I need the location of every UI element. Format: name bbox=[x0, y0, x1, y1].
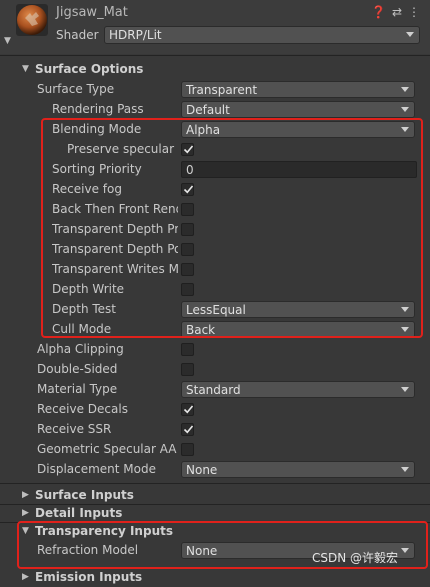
row-alpha-clipping: Alpha Clipping bbox=[0, 340, 430, 360]
row-material-type: Material Type Standard bbox=[0, 380, 430, 400]
receive-decals-checkbox[interactable] bbox=[181, 403, 194, 416]
receive-ssr-label: Receive SSR bbox=[37, 422, 112, 436]
row-double-sided: Double-Sided bbox=[0, 360, 430, 380]
surface-type-label: Surface Type bbox=[37, 82, 115, 96]
rendering-pass-dropdown[interactable]: Default bbox=[181, 101, 415, 118]
material-preview-thumbnail[interactable] bbox=[16, 4, 48, 36]
foldout-collapsed-icon: ▶ bbox=[22, 490, 29, 500]
chevron-down-icon bbox=[401, 387, 409, 392]
material-type-dropdown[interactable]: Standard bbox=[181, 381, 415, 398]
chevron-down-icon bbox=[401, 87, 409, 92]
displacement-mode-label: Displacement Mode bbox=[37, 462, 157, 476]
alpha-clipping-checkbox[interactable] bbox=[181, 343, 194, 356]
material-name: Jigsaw_Mat bbox=[56, 5, 128, 20]
header-foldout-icon[interactable]: ▼ bbox=[4, 36, 11, 46]
checkmark-icon bbox=[183, 425, 194, 434]
receive-ssr-checkbox[interactable] bbox=[181, 423, 194, 436]
chevron-down-icon bbox=[406, 32, 414, 37]
watermark: CSDN @许毅宏 bbox=[312, 551, 399, 565]
geometric-specular-aa-checkbox[interactable] bbox=[181, 443, 194, 456]
row-receive-ssr: Receive SSR bbox=[0, 420, 430, 440]
alpha-clipping-label: Alpha Clipping bbox=[37, 342, 124, 356]
foldout-collapsed-icon: ▶ bbox=[22, 572, 29, 582]
chevron-down-icon bbox=[401, 107, 409, 112]
rendering-pass-label: Rendering Pass bbox=[52, 102, 144, 116]
geometric-specular-aa-label: Geometric Specular AA bbox=[37, 442, 177, 456]
section-surface-options[interactable]: ▼ Surface Options bbox=[0, 61, 430, 79]
section-emission-inputs[interactable]: ▶ Emission Inputs bbox=[0, 569, 430, 587]
preset-icon[interactable]: ⇄ bbox=[392, 5, 402, 19]
row-receive-decals: Receive Decals bbox=[0, 400, 430, 420]
section-surface-inputs[interactable]: ▶ Surface Inputs bbox=[0, 487, 430, 505]
section-divider bbox=[0, 483, 430, 484]
double-sided-checkbox[interactable] bbox=[181, 363, 194, 376]
more-menu-icon[interactable]: ⋮ bbox=[408, 5, 420, 19]
foldout-collapsed-icon: ▶ bbox=[22, 508, 29, 518]
double-sided-label: Double-Sided bbox=[37, 362, 118, 376]
material-header: Jigsaw_Mat ❓ ⇄ ⋮ ▼ Shader HDRP/Lit bbox=[0, 0, 430, 54]
row-rendering-pass: Rendering Pass Default bbox=[0, 100, 430, 120]
shader-dropdown[interactable]: HDRP/Lit bbox=[104, 26, 420, 44]
row-displacement-mode: Displacement Mode None bbox=[0, 460, 430, 480]
row-geometric-specular-aa: Geometric Specular AA bbox=[0, 440, 430, 460]
surface-type-dropdown[interactable]: Transparent bbox=[181, 81, 415, 98]
material-type-label: Material Type bbox=[37, 382, 118, 396]
row-surface-type: Surface Type Transparent bbox=[0, 80, 430, 100]
chevron-down-icon bbox=[401, 467, 409, 472]
header-divider bbox=[0, 55, 430, 56]
checkmark-icon bbox=[183, 405, 194, 414]
shader-label: Shader bbox=[56, 28, 99, 42]
receive-decals-label: Receive Decals bbox=[37, 402, 128, 416]
foldout-expanded-icon: ▼ bbox=[22, 64, 29, 74]
displacement-mode-dropdown[interactable]: None bbox=[181, 461, 415, 478]
highlight-box-surface-options bbox=[41, 118, 423, 338]
help-icon[interactable]: ❓ bbox=[371, 5, 386, 19]
